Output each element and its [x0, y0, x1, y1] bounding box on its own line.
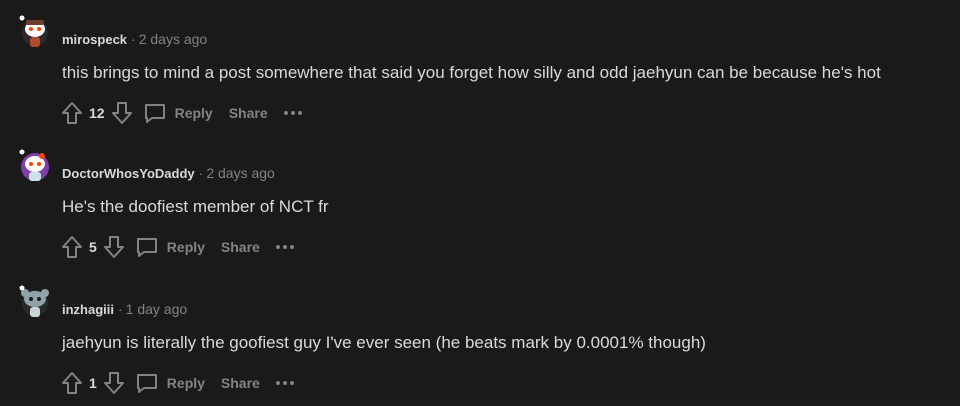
downvote-icon[interactable] [103, 235, 125, 259]
snoo-avatar-icon [19, 285, 49, 317]
upvote-icon[interactable] [61, 101, 83, 125]
comment-body: jaehyun is literally the goofiest guy I'… [62, 333, 706, 352]
vote-score: 1 [89, 375, 97, 391]
more-options-icon[interactable] [275, 381, 297, 385]
share-button[interactable]: Share [221, 239, 260, 255]
comment-actions: 1 Reply Share [61, 370, 297, 396]
reply-button[interactable]: Reply [167, 375, 205, 391]
comment-actions: 12 Reply Share [61, 100, 305, 126]
separator: · [198, 165, 204, 181]
comment-body: He's the doofiest member of NCT fr [62, 197, 329, 216]
comment-meta: inzhagiii · 1 day ago [62, 300, 187, 319]
more-options-icon[interactable] [275, 245, 297, 249]
reply-button[interactable]: Reply [175, 105, 213, 121]
reply-button[interactable]: Reply [167, 239, 205, 255]
reply-icon[interactable] [135, 371, 159, 395]
avatar[interactable] [18, 148, 52, 182]
timestamp[interactable]: 1 day ago [126, 301, 188, 317]
share-button[interactable]: Share [221, 375, 260, 391]
vote-score: 12 [89, 105, 105, 121]
comment-actions: 5 Reply Share [61, 234, 297, 260]
snoo-avatar-icon [19, 15, 48, 47]
comment-thread: mirospeck · 2 days ago this brings to mind… [0, 0, 960, 406]
timestamp[interactable]: 2 days ago [139, 31, 208, 47]
timestamp[interactable]: 2 days ago [206, 165, 275, 181]
upvote-icon[interactable] [61, 235, 83, 259]
username[interactable]: mirospeck [62, 32, 127, 47]
vote-score: 5 [89, 239, 97, 255]
reply-icon[interactable] [135, 235, 159, 259]
username[interactable]: DoctorWhosYoDaddy [62, 166, 195, 181]
username[interactable]: inzhagiii [62, 302, 114, 317]
comment-body: this brings to mind a post somewhere tha… [62, 63, 881, 82]
separator: · [118, 301, 123, 317]
downvote-icon[interactable] [111, 101, 133, 125]
upvote-icon[interactable] [61, 371, 83, 395]
comment-meta: DoctorWhosYoDaddy · 2 days ago [62, 164, 275, 183]
downvote-icon[interactable] [103, 371, 125, 395]
share-button[interactable]: Share [229, 105, 268, 121]
more-options-icon[interactable] [283, 111, 305, 115]
comment-meta: mirospeck · 2 days ago [62, 30, 207, 49]
avatar[interactable] [18, 284, 52, 318]
snoo-avatar-icon [19, 149, 49, 181]
separator: · [131, 31, 136, 47]
reply-icon[interactable] [143, 101, 167, 125]
avatar[interactable] [18, 14, 52, 48]
